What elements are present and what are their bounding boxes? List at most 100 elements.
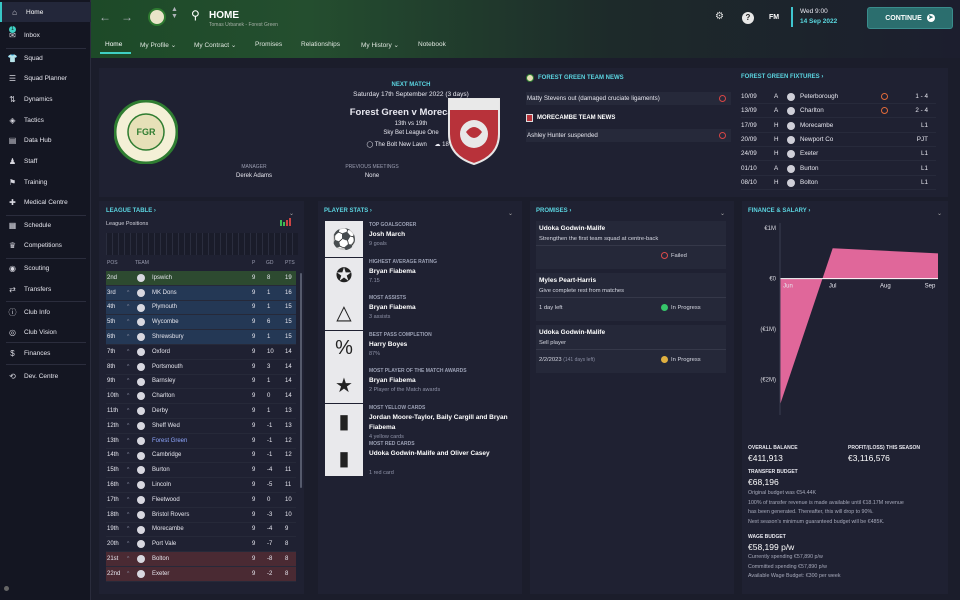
col-pos[interactable]: POS [107,260,118,266]
fixture-opponent[interactable]: Newport Co [800,133,833,147]
table-row[interactable]: 3rd ^ MK Dons 9 1 16 [106,285,296,301]
player-stats-menu-icon[interactable]: ⌄ [508,210,513,217]
fixture-opponent[interactable]: Morecambe [800,119,833,133]
search-icon[interactable]: ⚲ [191,8,200,22]
tab-relationships[interactable]: Relationships [301,41,340,48]
row-team[interactable]: Derby [152,408,168,414]
sidebar-item-inbox[interactable]: ✉ Inbox 1 [0,25,91,45]
tab-notebook[interactable]: Notebook [418,41,446,48]
club-switch-icon[interactable]: ▲ ▼ [171,6,178,20]
promise-player[interactable]: Udoka Godwin-Malife [539,329,605,336]
col-pts[interactable]: PTS [285,260,295,266]
col-team[interactable]: TEAM [135,260,149,266]
fixture-row[interactable]: 01/10 A Burton L1 [741,162,936,176]
table-row[interactable]: 13th ^ Forest Green 9 -1 12 [106,434,296,449]
back-arrow-icon[interactable]: ← [99,10,111,24]
row-team[interactable]: Bolton [152,556,169,562]
promise-player[interactable]: Udoka Godwin-Malife [539,225,605,232]
promises-title[interactable]: PROMISES › [536,208,571,214]
fm-menu-button[interactable]: FM [769,14,779,21]
fixture-opponent[interactable]: Charlton [800,104,824,118]
finance-menu-icon[interactable]: ⌄ [937,210,942,217]
fg-news-title[interactable]: FOREST GREEN TEAM NEWS [538,75,624,81]
table-row[interactable]: 10th ^ Charlton 9 0 14 [106,389,296,405]
row-team[interactable]: Wycombe [152,319,179,325]
stat-player[interactable]: Bryan Fiabema [369,376,514,386]
finance-title[interactable]: FINANCE & SALARY › [748,208,810,214]
row-team[interactable]: Plymouth [152,304,177,310]
help-icon[interactable]: ? [742,12,754,24]
settings-icon[interactable]: ⚙ [715,11,724,22]
sidebar-item-training[interactable]: ⚑ Training [0,172,91,192]
stat-player[interactable]: Bryan Fiabema [369,303,514,313]
player-stat-item[interactable]: ★ MOST PLAYER OF THE MATCH AWARDS Bryan Fi… [324,366,514,404]
stat-player[interactable]: Bryan Fiabema [369,267,514,277]
row-team[interactable]: Charlton [152,393,175,399]
row-team[interactable]: Sheff Wed [152,423,180,429]
continue-button[interactable]: CONTINUE ➤ [867,7,953,29]
stat-player[interactable]: Udoka Godwin-Malife and Oliver Casey [369,449,514,459]
stat-player[interactable]: Jordan Moore-Taylor, Baily Cargill and B… [369,413,514,433]
table-row[interactable]: 18th ^ Bristol Rovers 9 -3 10 [106,508,296,523]
sidebar-item-squad-planner[interactable]: ☰ Squad Planner [0,68,91,88]
promise-player[interactable]: Myles Peart-Harris [539,277,596,284]
promise-item[interactable]: Myles Peart-Harris Give complete rest fro… [536,273,726,321]
table-row[interactable]: 5th ^ Wycombe 9 6 15 [106,315,296,331]
player-stat-item[interactable]: ✪ HIGHEST AVERAGE RATING Bryan Fiabema 7.15 [324,257,514,295]
forest-green-crest[interactable]: FGR [114,100,178,164]
morecambe-crest[interactable] [446,96,502,166]
sidebar-item-home[interactable]: ⌂ Home [0,2,91,22]
player-stat-item[interactable]: ▮ MOST YELLOW CARDS Jordan Moore-Taylor, B… [324,403,514,441]
row-team[interactable]: Exeter [152,571,169,577]
league-table-title[interactable]: LEAGUE TABLE › [106,208,156,214]
sidebar-item-staff[interactable]: ♟ Staff [0,151,91,171]
sidebar-item-data-hub[interactable]: ▤ Data Hub [0,130,91,150]
table-row[interactable]: 9th ^ Barnsley 9 1 14 [106,375,296,390]
sidebar-item-club-info[interactable]: ⓘ Club Info [0,302,91,322]
sidebar-item-finances[interactable]: $ Finances [0,343,91,363]
fixture-opponent[interactable]: Bolton [800,176,818,190]
finance-chart[interactable]: €1M €0 (€1M) (€2M) Jun Jul Aug Sep [742,217,948,437]
sidebar-item-medical-centre[interactable]: ✚ Medical Centre [0,192,91,212]
promises-menu-icon[interactable]: ⌄ [720,210,725,217]
row-team[interactable]: Portsmouth [152,364,183,370]
tab-my-contract[interactable]: My Contract ⌄ [194,41,236,49]
sidebar-item-schedule[interactable]: ▦ Schedule [0,215,91,235]
sidebar-item-dynamics[interactable]: ⇅ Dynamics [0,89,91,109]
fixture-opponent[interactable]: Burton [800,162,819,176]
fixtures-title[interactable]: FOREST GREEN FIXTURES › [741,74,936,80]
row-team[interactable]: Morecambe [152,526,184,532]
row-team[interactable]: Ipswich [152,275,172,281]
promise-item[interactable]: Udoka Godwin-Malife Sell player 2/2/2023 (… [536,325,726,373]
row-team[interactable]: Cambridge [152,452,181,458]
col-gd[interactable]: GD [266,260,274,266]
league-table-scrollbar[interactable] [300,273,302,488]
row-team[interactable]: Forest Green [152,438,187,444]
table-row[interactable]: 14th ^ Cambridge 9 -1 12 [106,449,296,464]
sidebar-item-scouting[interactable]: ◉ Scouting [0,258,91,278]
transfer-budget-value[interactable]: €68,196 [748,477,779,487]
sidebar-item-club-vision[interactable]: ◎ Club Vision [0,322,91,342]
table-row[interactable]: 19th ^ Morecambe 9 -4 9 [106,523,296,538]
table-row[interactable]: 11th ^ Derby 9 1 13 [106,404,296,419]
tab-promises[interactable]: Promises [255,41,282,48]
row-team[interactable]: Fleetwood [152,497,180,503]
row-team[interactable]: MK Dons [152,290,177,296]
fixture-opponent[interactable]: Exeter [800,147,818,161]
table-row[interactable]: 15th ^ Burton 9 -4 11 [106,463,296,479]
wage-budget-value[interactable]: €58,199 p/w [748,542,794,552]
fg-news-item[interactable]: Matty Stevens out (damaged cruciate liga… [526,92,731,105]
player-stat-item[interactable]: % BEST PASS COMPLETION Harry Boyes 87% [324,330,514,368]
balance-area-series[interactable] [780,248,938,405]
table-row[interactable]: 6th ^ Shrewsbury 9 1 15 [106,330,296,345]
table-row[interactable]: 20th ^ Port Vale 9 -7 8 [106,537,296,553]
fixture-row[interactable]: 13/09 A Charlton 2 - 4 [741,104,936,119]
table-row[interactable]: 2nd Ipswich 9 8 19 [106,271,296,286]
sidebar-item-squad[interactable]: 👕 Squad [0,48,91,68]
tab-home[interactable]: Home [105,41,122,48]
fixture-opponent[interactable]: Peterborough [800,90,838,104]
tab-my-history[interactable]: My History ⌄ [361,41,399,49]
row-team[interactable]: Burton [152,467,170,473]
player-stat-item[interactable]: ⚽ TOP GOALSCORER Josh March 9 goals [324,220,514,258]
stat-player[interactable]: Harry Boyes [369,340,514,350]
